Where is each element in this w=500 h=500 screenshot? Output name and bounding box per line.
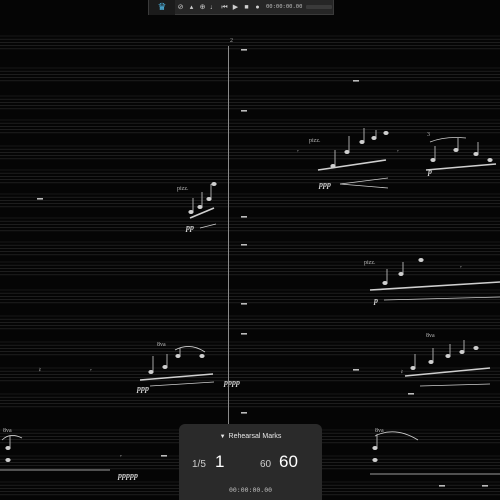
whole-rest: [241, 412, 247, 414]
eighth-rest: 𝄽: [401, 370, 403, 376]
collapse-triangle-icon[interactable]: ▼: [220, 434, 226, 440]
note-group-4[interactable]: [369, 257, 500, 301]
dynamic-marking: pppp: [223, 378, 240, 387]
whole-rest: [353, 369, 359, 371]
whole-rest: [439, 485, 445, 487]
rests: 𝄾 𝄾 𝄾 𝄽 𝄾 𝄾 𝄽: [37, 49, 488, 487]
panel-timecode: 00:00:00.00: [228, 486, 273, 494]
ottava-marking: 8va: [157, 342, 166, 348]
pizz-marking: pizz.: [177, 186, 189, 192]
rehearsal-mark-current[interactable]: 1: [215, 452, 224, 472]
ottava-marking: 8va: [426, 333, 435, 339]
pizz-marking: pizz.: [364, 260, 376, 266]
note-group-6[interactable]: [404, 340, 491, 387]
eighth-rest: 𝄾: [397, 149, 399, 155]
whole-rest: [241, 303, 247, 305]
dynamic-marking: ppp: [136, 384, 149, 393]
whole-rest: [241, 216, 247, 218]
ottava-marking: 8va: [375, 428, 384, 434]
rehearsal-mark-position: 1/5: [192, 459, 206, 470]
whole-rest: [241, 244, 247, 246]
dynamic-marking: p: [373, 296, 378, 305]
note-group-2[interactable]: [317, 128, 389, 189]
whole-rest: [37, 198, 43, 200]
note-group-8[interactable]: [370, 431, 500, 475]
tuplet-number: 3: [427, 132, 430, 138]
whole-rest: [482, 485, 488, 487]
eighth-rest: 𝄽: [39, 368, 41, 374]
whole-rest: [161, 455, 167, 457]
whole-rest: [353, 80, 359, 82]
whole-rest: [241, 333, 247, 335]
dynamic-marking: p: [427, 167, 432, 176]
note-group-5[interactable]: [139, 346, 215, 387]
bar-number-small: 60: [260, 459, 272, 470]
bar-number: 2: [230, 38, 233, 44]
pizz-marking: pizz.: [309, 138, 321, 144]
note-group-3[interactable]: [425, 137, 497, 171]
rehearsal-marks-title: Rehearsal Marks: [228, 433, 282, 440]
dynamic-marking: ppp: [318, 180, 331, 189]
bar-number-large[interactable]: 60: [279, 452, 298, 472]
rehearsal-marks-panel: ▼ Rehearsal Marks 1/5 1 60 60 00:00:00.00: [179, 424, 322, 500]
note-group-7[interactable]: [0, 435, 110, 471]
dynamic-marking: pp: [185, 223, 194, 232]
whole-rest: [241, 110, 247, 112]
whole-rest: [241, 49, 247, 51]
dynamic-marking: ppppp: [117, 471, 138, 480]
ottava-marking: 8va: [3, 428, 12, 434]
playhead[interactable]: [228, 46, 229, 426]
whole-rest: [408, 393, 414, 395]
eighth-rest: 𝄾: [460, 265, 462, 271]
rehearsal-marks-header[interactable]: ▼ Rehearsal Marks: [179, 433, 322, 440]
eighth-rest: 𝄾: [297, 149, 299, 155]
